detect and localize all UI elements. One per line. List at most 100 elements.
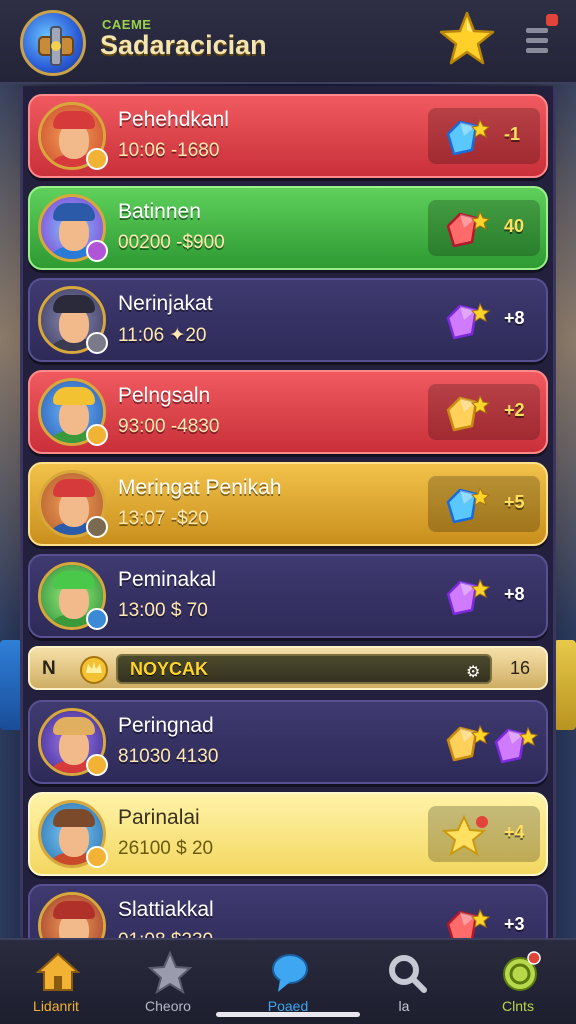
reward-gem [442, 392, 494, 441]
strip-rank-letter: N [42, 658, 56, 679]
app-logo-icon [20, 10, 86, 76]
leaderboard-row[interactable]: Batinnen 00200 -$900 40 [28, 186, 548, 270]
reward-gem-secondary [490, 724, 542, 773]
player-stat: 81030 4130 [118, 746, 219, 767]
reward-quantity: +2 [504, 400, 525, 420]
player-stat: 93:00 -4830 [118, 416, 220, 437]
leaderboard-row[interactable]: Peringnad 81030 4130 [28, 700, 548, 784]
hamburger-bar [526, 48, 548, 53]
menu-button[interactable] [518, 14, 558, 64]
nav-search[interactable]: la [354, 946, 454, 1016]
rank-badge-icon [86, 332, 108, 354]
avatar-hat [53, 387, 95, 405]
leaderboard-row[interactable]: Peminakal 13:00 $ 70 +8 [28, 554, 548, 638]
avatar-hat [53, 571, 95, 589]
reward-gem [442, 116, 494, 165]
favorites-star-button[interactable] [438, 10, 496, 68]
nav-heroes[interactable]: Cheoro [118, 946, 218, 1016]
avatar-hat [53, 479, 95, 497]
rank-badge-icon [86, 240, 108, 262]
chat-bubble-icon [272, 954, 308, 992]
avatar-hat [53, 717, 95, 735]
player-name: Slattiakkal [118, 898, 214, 921]
player-name: Peringnad [118, 714, 214, 737]
leaderboard-row[interactable]: Pehehdkanl 10:06 -1680 -1 [28, 94, 548, 178]
rank-badge-icon [86, 608, 108, 630]
leaderboard-row[interactable]: Nerinjakat 11:06 ✦20 +8 [28, 278, 548, 362]
player-stat: 00200 -$900 [118, 232, 225, 253]
player-name: Meringat Penikah [118, 476, 282, 499]
gold-gem-icon [446, 724, 491, 762]
nav-home[interactable]: Lidanrit [6, 946, 106, 1016]
app-title: Sadaracician [100, 30, 267, 60]
red-gem-icon [446, 210, 491, 248]
star-icon [439, 11, 495, 65]
reward-box[interactable] [428, 714, 540, 770]
player-stat: 10:06 -1680 [118, 140, 220, 161]
player-stat: 13:00 $ 70 [118, 600, 208, 621]
rank-badge-icon [86, 424, 108, 446]
reward-box[interactable]: +4 [428, 806, 540, 862]
star-shield-icon [148, 950, 192, 994]
rank-badge-icon [86, 754, 108, 776]
leaderboard-row[interactable]: Meringat Penikah 13:07 -$20 +5 [28, 462, 548, 546]
player-name: Batinnen [118, 200, 201, 223]
reward-quantity: +3 [504, 914, 525, 934]
home-indicator [216, 1012, 360, 1017]
player-name: Parinalai [118, 806, 200, 829]
bonus-label: NOYCAK [130, 659, 209, 679]
nav-clients[interactable]: Clnts [468, 946, 568, 1016]
reward-quantity: 40 [504, 216, 525, 236]
reward-gem [442, 300, 494, 349]
reward-gem [441, 814, 490, 863]
blue-gem-icon [446, 118, 491, 156]
rank-badge-icon [86, 148, 108, 170]
player-stat: 26100 $ 20 [118, 838, 214, 859]
reward-box[interactable]: +5 [428, 476, 540, 532]
reward-box[interactable]: 40 [428, 200, 540, 256]
avatar-hat [53, 809, 95, 827]
reward-box[interactable]: +8 [428, 292, 540, 348]
crown-icon [80, 656, 108, 684]
notification-dot [546, 14, 558, 26]
nav-chat[interactable]: Poaed [238, 946, 338, 1016]
rank-badge-icon [86, 516, 108, 538]
reward-gem [442, 722, 494, 771]
home-icon [36, 952, 80, 991]
top-bar: CAEME Sadaracician [0, 0, 576, 84]
bonus-strip[interactable]: N NOYCAK ⚙ 16 [28, 646, 548, 690]
nav-clients-label: Clnts [502, 998, 534, 1014]
reward-quantity: +5 [504, 492, 525, 512]
nav-home-label: Lidanrit [33, 998, 79, 1014]
gear-icon[interactable]: ⚙ [466, 662, 480, 682]
reward-quantity: -1 [504, 124, 521, 144]
search-icon [389, 955, 427, 993]
reward-box[interactable]: +8 [428, 568, 540, 624]
leaderboard-row[interactable]: Pelngsaln 93:00 -4830 +2 [28, 370, 548, 454]
reward-gem [442, 484, 494, 533]
gold-gem-icon [446, 394, 491, 432]
hamburger-bar [526, 38, 548, 43]
reward-quantity: +8 [504, 584, 525, 604]
reward-quantity: +8 [504, 308, 525, 328]
avatar-hat [53, 203, 95, 221]
player-name: Peminakal [118, 568, 217, 591]
bonus-count: 16 [510, 658, 531, 678]
player-stat: 13:07 -$20 [118, 508, 209, 529]
player-stat: 11:06 ✦20 [118, 325, 207, 346]
blue-gem-icon [446, 486, 491, 524]
reward-box[interactable]: +2 [428, 384, 540, 440]
bonus-progress-bar: NOYCAK ⚙ [116, 654, 492, 684]
nav-search-label: la [398, 998, 410, 1014]
player-name: Pehehdkanl [118, 108, 229, 131]
arena-side-screen-left [0, 640, 22, 730]
player-name: Nerinjakat [118, 292, 213, 315]
reward-box[interactable]: -1 [428, 108, 540, 164]
reward-quantity: +4 [504, 822, 525, 842]
leaderboard-row[interactable]: Parinalai 26100 $ 20 +4 [28, 792, 548, 876]
coin-icon [503, 951, 541, 991]
purple-gem-icon [446, 302, 491, 340]
reward-gem [442, 576, 494, 625]
arena-side-screen-right [554, 640, 576, 730]
reward-gem [442, 208, 494, 257]
